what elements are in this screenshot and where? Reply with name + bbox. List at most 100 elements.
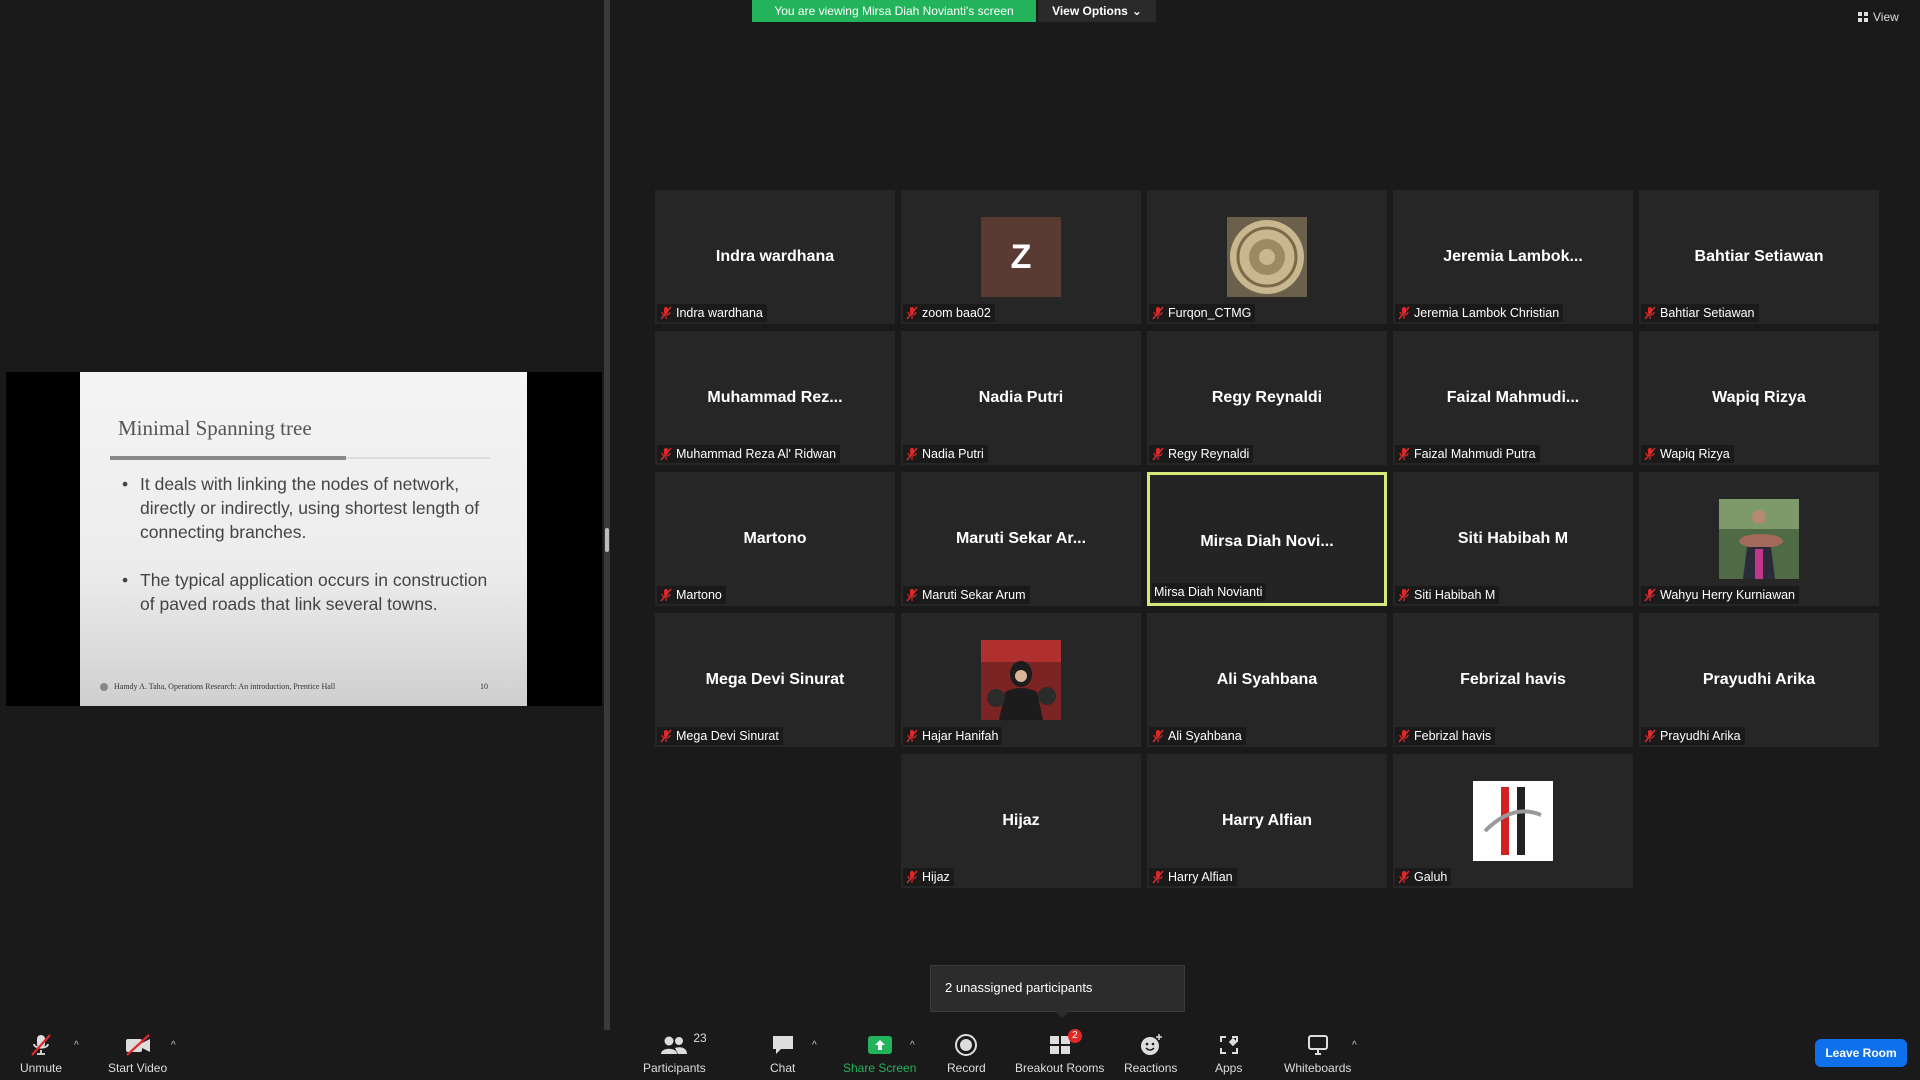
participant-name: Muhammad Reza Al' Ridwan (676, 447, 837, 461)
participant-name-tag: Prayudhi Arika (1641, 727, 1745, 745)
microphone-muted-icon (1643, 588, 1657, 602)
participant-avatar: Z (981, 217, 1061, 297)
breakout-rooms-badge: 2 (1068, 1029, 1082, 1043)
participant-name-tag: Galuh (1395, 868, 1452, 886)
participant-name-tag: Bahtiar Setiawan (1641, 304, 1759, 322)
participant-name-tag: Indra wardhana (657, 304, 767, 322)
reactions-button[interactable]: Reactions (1124, 1033, 1177, 1075)
unassigned-participants-tooltip: 2 unassigned participants (930, 965, 1185, 1018)
apps-icon (1218, 1033, 1240, 1057)
unmute-button[interactable]: Unmute (20, 1033, 62, 1075)
participant-tile[interactable]: Febrizal havis Febrizal havis (1393, 613, 1633, 747)
participant-name: Siti Habibah M (1414, 588, 1496, 602)
participant-name: Martono (676, 588, 722, 602)
participant-tile[interactable]: Martono Martono (655, 472, 895, 606)
whiteboard-icon (1306, 1033, 1330, 1057)
participant-tile[interactable]: Nadia Putri Nadia Putri (901, 331, 1141, 465)
participants-button[interactable]: 23 Participants (643, 1031, 707, 1075)
participant-tile[interactable]: Wahyu Herry Kurniawan (1639, 472, 1879, 606)
participant-tile[interactable]: Siti Habibah M Siti Habibah M (1393, 472, 1633, 606)
chat-bubble-icon (771, 1033, 795, 1057)
participant-tile[interactable]: Jeremia Lambok... Jeremia Lambok Christia… (1393, 190, 1633, 324)
microphone-muted-icon (659, 588, 673, 602)
participant-display-name: Faizal Mahmudi... (1446, 389, 1580, 406)
participant-name-tag: Nadia Putri (903, 445, 988, 463)
participant-tile[interactable]: Muhammad Rez... Muhammad Reza Al' Ridwan (655, 331, 895, 465)
participant-name-tag: Jeremia Lambok Christian (1395, 304, 1564, 322)
microphone-muted-icon (659, 306, 673, 320)
microphone-muted-icon (1151, 870, 1165, 884)
microphone-muted-icon (1151, 447, 1165, 461)
participant-tile[interactable]: Harry Alfian Harry Alfian (1147, 754, 1387, 888)
record-icon (954, 1033, 978, 1057)
participant-tile[interactable]: Bahtiar Setiawan Bahtiar Setiawan (1639, 190, 1879, 324)
participant-tile[interactable]: Galuh (1393, 754, 1633, 888)
smiley-icon (1139, 1033, 1163, 1057)
participant-name: Ali Syahbana (1168, 729, 1242, 743)
participant-tile[interactable]: Zzoom baa02 (901, 190, 1141, 324)
whiteboards-options-caret-icon[interactable]: ^ (1352, 1040, 1357, 1051)
participants-label: Participants (643, 1061, 706, 1075)
participant-name: Furqon_CTMG (1168, 306, 1252, 320)
participant-name-tag: Harry Alfian (1149, 868, 1237, 886)
video-options-caret-icon[interactable]: ^ (171, 1040, 176, 1051)
microphone-muted-icon (1151, 729, 1165, 743)
microphone-muted-icon (1397, 729, 1411, 743)
chat-options-caret-icon[interactable]: ^ (812, 1040, 817, 1051)
participant-display-name: Regy Reynaldi (1211, 389, 1323, 406)
participant-tile[interactable]: Faizal Mahmudi... Faizal Mahmudi Putra (1393, 331, 1633, 465)
slide-bullet-list: It deals with linking the nodes of netwo… (116, 472, 491, 640)
microphone-muted-icon (1397, 306, 1411, 320)
grid-view-icon (1858, 12, 1868, 22)
record-button[interactable]: Record (947, 1033, 986, 1075)
microphone-muted-icon (28, 1033, 54, 1057)
start-video-button[interactable]: Start Video (108, 1033, 167, 1075)
participant-name-tag: Siti Habibah M (1395, 586, 1500, 604)
participant-tile[interactable]: Hajar Hanifah (901, 613, 1141, 747)
microphone-muted-icon (1151, 306, 1165, 320)
participant-tile[interactable]: Regy Reynaldi Regy Reynaldi (1147, 331, 1387, 465)
participant-tile[interactable]: Mega Devi Sinurat Mega Devi Sinurat (655, 613, 895, 747)
participant-name: Mega Devi Sinurat (676, 729, 779, 743)
participant-name: Harry Alfian (1168, 870, 1233, 884)
drag-handle-icon[interactable] (605, 528, 609, 552)
participant-avatar (1227, 217, 1307, 297)
participant-tile[interactable]: Mirsa Diah Novi... Mirsa Diah Novianti (1147, 472, 1387, 606)
slide-title: Minimal Spanning tree (118, 416, 312, 440)
chat-button[interactable]: Chat (770, 1033, 795, 1075)
breakout-rooms-button[interactable]: 2 Breakout Rooms (1015, 1029, 1104, 1075)
participant-tile[interactable]: Indra wardhana Indra wardhana (655, 190, 895, 324)
view-button[interactable]: View (1858, 10, 1899, 24)
participant-avatar (1719, 499, 1799, 579)
participant-display-name: Indra wardhana (715, 248, 835, 265)
participant-name: Febrizal havis (1414, 729, 1492, 743)
microphone-muted-icon (659, 447, 673, 461)
participant-avatar (981, 640, 1061, 720)
share-screen-icon (867, 1033, 893, 1057)
participant-name-tag: Wahyu Herry Kurniawan (1641, 586, 1800, 604)
view-options-button[interactable]: View Options ⌄ (1038, 0, 1156, 22)
split-view-divider[interactable] (604, 0, 610, 1030)
participant-tile[interactable]: Hijaz Hijaz (901, 754, 1141, 888)
participant-name-tag: Mega Devi Sinurat (657, 727, 783, 745)
participant-tile[interactable]: Maruti Sekar Ar... Maruti Sekar Arum (901, 472, 1141, 606)
slide-bullet: It deals with linking the nodes of netwo… (116, 472, 491, 544)
participant-tile[interactable]: Prayudhi Arika Prayudhi Arika (1639, 613, 1879, 747)
participant-display-name: Prayudhi Arika (1702, 671, 1816, 688)
participant-name: Wahyu Herry Kurniawan (1660, 588, 1796, 602)
participant-tile[interactable]: Furqon_CTMG (1147, 190, 1387, 324)
participant-display-name: Mega Devi Sinurat (705, 671, 845, 688)
share-options-caret-icon[interactable]: ^ (910, 1040, 915, 1051)
participant-tile[interactable]: Ali Syahbana Ali Syahbana (1147, 613, 1387, 747)
microphone-muted-icon (1643, 729, 1657, 743)
slide-nav-icon (100, 682, 108, 691)
share-screen-button[interactable]: Share Screen (843, 1033, 916, 1075)
participant-display-name: Siti Habibah M (1457, 530, 1569, 547)
apps-button[interactable]: Apps (1215, 1033, 1242, 1075)
leave-room-button[interactable]: Leave Room (1815, 1039, 1907, 1067)
participant-name: Nadia Putri (922, 447, 984, 461)
whiteboards-button[interactable]: Whiteboards (1284, 1033, 1351, 1075)
participant-name-tag: Martono (657, 586, 726, 604)
audio-options-caret-icon[interactable]: ^ (74, 1040, 79, 1051)
participant-tile[interactable]: Wapiq Rizya Wapiq Rizya (1639, 331, 1879, 465)
